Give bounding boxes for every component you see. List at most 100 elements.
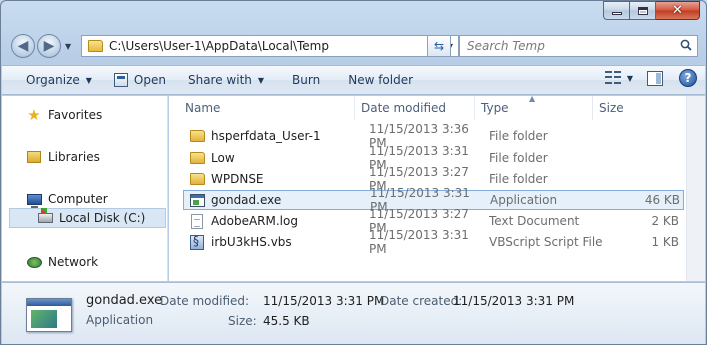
- file-type: File folder: [489, 172, 548, 186]
- folder-icon: [189, 150, 205, 166]
- folder-icon: [189, 171, 205, 187]
- search-input[interactable]: [460, 36, 670, 56]
- folder-icon: [88, 40, 103, 52]
- file-name: Low: [211, 151, 235, 165]
- file-type: Text Document: [489, 214, 580, 228]
- refresh-button[interactable]: ⇆: [427, 35, 451, 57]
- column-size[interactable]: Size: [593, 96, 665, 120]
- file-size: 2 KB: [651, 214, 679, 228]
- date-modified-label: Date modified:: [160, 294, 250, 308]
- date-created-value: 11/15/2013 3:31 PM: [453, 294, 575, 308]
- minimize-button[interactable]: [603, 1, 630, 20]
- file-name: irbU3kHS.vbs: [211, 235, 292, 249]
- file-name: AdobeARM.log: [211, 214, 298, 228]
- search-icon[interactable]: [680, 39, 692, 51]
- share-with-label: Share with: [187, 73, 252, 87]
- search-box[interactable]: [459, 35, 698, 57]
- details-pane: gondad.exe Application Date modified: 11…: [2, 282, 705, 344]
- local-disk-icon: [37, 208, 53, 226]
- back-arrow-icon: ◀: [17, 38, 29, 54]
- vbscript-icon: [189, 234, 205, 250]
- column-size-label: Size: [599, 101, 624, 115]
- application-icon: [189, 192, 205, 208]
- size-value: 45.5 KB: [263, 314, 310, 328]
- command-bar: Organize ▼ Open Share with ▼ Burn New fo…: [2, 65, 705, 95]
- sort-ascending-icon: ▲: [529, 94, 536, 103]
- text-document-icon: [189, 213, 205, 229]
- recent-pages-dropdown[interactable]: ▼: [65, 42, 71, 51]
- column-date-label: Date modified: [361, 101, 447, 115]
- forward-button[interactable]: ▶: [37, 34, 61, 58]
- explorer-window: ✕ ◀ ▶ ▼ C:\Users\User-1\AppData\Local\Te…: [0, 0, 707, 345]
- column-header: Name Date modified ▲ Type Size: [169, 94, 686, 120]
- organize-button[interactable]: Organize ▼: [18, 68, 100, 92]
- address-row: ◀ ▶ ▼ C:\Users\User-1\AppData\Local\Temp…: [9, 33, 698, 59]
- burn-button[interactable]: Burn: [284, 68, 328, 92]
- caption-buttons: ✕: [603, 1, 700, 20]
- minimize-icon: [611, 12, 622, 15]
- share-with-button[interactable]: Share with ▼: [180, 68, 272, 92]
- date-modified-value: 11/15/2013 3:31 PM: [263, 294, 385, 308]
- file-list: Name Date modified ▲ Type Size hsperfdat…: [169, 94, 686, 281]
- nav-label: Libraries: [48, 150, 100, 164]
- new-folder-button[interactable]: New folder: [340, 68, 421, 92]
- column-type[interactable]: ▲ Type: [475, 94, 593, 120]
- file-size: 1 KB: [651, 235, 679, 249]
- vertical-scrollbar[interactable]: [686, 96, 705, 281]
- nav-label: Favorites: [48, 108, 103, 122]
- computer-icon: [26, 191, 42, 208]
- column-name[interactable]: Name: [169, 96, 355, 120]
- folder-icon: [189, 128, 205, 144]
- maximize-icon: [637, 6, 648, 15]
- file-row[interactable]: irbU3kHS.vbs 11/15/2013 3:31 PM VBScript…: [183, 228, 684, 256]
- column-name-label: Name: [185, 101, 221, 115]
- file-row[interactable]: hsperfdata_User-1 11/15/2013 3:36 PM Fil…: [183, 122, 684, 150]
- file-thumbnail-icon: [26, 298, 72, 332]
- close-button[interactable]: ✕: [656, 1, 700, 20]
- refresh-icon: ⇆: [433, 39, 445, 53]
- file-date: 11/15/2013 3:31 PM: [369, 228, 469, 256]
- network-icon: [26, 254, 42, 270]
- nav-item-network[interactable]: Network: [2, 252, 166, 272]
- file-name: hsperfdata_User-1: [211, 129, 321, 143]
- nav-item-favorites[interactable]: ★ Favorites: [2, 105, 166, 125]
- star-icon: ★: [27, 106, 41, 124]
- chevron-down-icon: ▼: [85, 75, 92, 85]
- toolbar-right: ▼ ?: [604, 69, 697, 87]
- nav-label: Local Disk (C:): [59, 211, 146, 225]
- file-name: gondad.exe: [211, 193, 282, 207]
- nav-item-local-disk[interactable]: Local Disk (C:): [9, 208, 166, 228]
- open-label: Open: [133, 73, 166, 87]
- navigation-pane: ★ Favorites Libraries Computer Local Dis…: [2, 96, 168, 281]
- nav-item-computer[interactable]: Computer: [2, 189, 166, 209]
- close-icon: ✕: [672, 3, 683, 18]
- file-type: VBScript Script File: [489, 235, 603, 249]
- column-type-label: Type: [481, 101, 509, 115]
- address-path[interactable]: C:\Users\User-1\AppData\Local\Temp: [109, 39, 442, 53]
- chevron-down-icon: ▼: [257, 75, 265, 85]
- size-label: Size:: [228, 314, 257, 328]
- libraries-icon: [26, 149, 42, 165]
- column-date-modified[interactable]: Date modified: [355, 96, 475, 120]
- file-type: File folder: [489, 129, 548, 143]
- file-name: WPDNSE: [211, 172, 264, 186]
- address-bar[interactable]: C:\Users\User-1\AppData\Local\Temp ▼: [81, 35, 459, 57]
- maximize-button[interactable]: [630, 1, 656, 20]
- file-size: 46 KB: [644, 193, 680, 207]
- file-type: Application: [490, 193, 558, 207]
- help-icon[interactable]: ?: [679, 69, 697, 87]
- new-folder-label: New folder: [348, 73, 414, 87]
- back-button[interactable]: ◀: [11, 34, 35, 58]
- open-icon: [113, 73, 128, 87]
- forward-arrow-icon: ▶: [43, 38, 55, 54]
- open-button[interactable]: Open: [106, 68, 174, 92]
- file-type: File folder: [489, 151, 548, 165]
- details-file-type: Application: [86, 313, 154, 327]
- nav-label: Network: [48, 255, 99, 269]
- preview-pane-icon[interactable]: [647, 70, 663, 86]
- organize-label: Organize: [26, 73, 80, 87]
- view-options-dropdown[interactable]: ▼: [627, 74, 633, 83]
- change-view-icon[interactable]: [604, 71, 621, 85]
- nav-label: Computer: [48, 192, 108, 206]
- nav-item-libraries[interactable]: Libraries: [2, 147, 166, 167]
